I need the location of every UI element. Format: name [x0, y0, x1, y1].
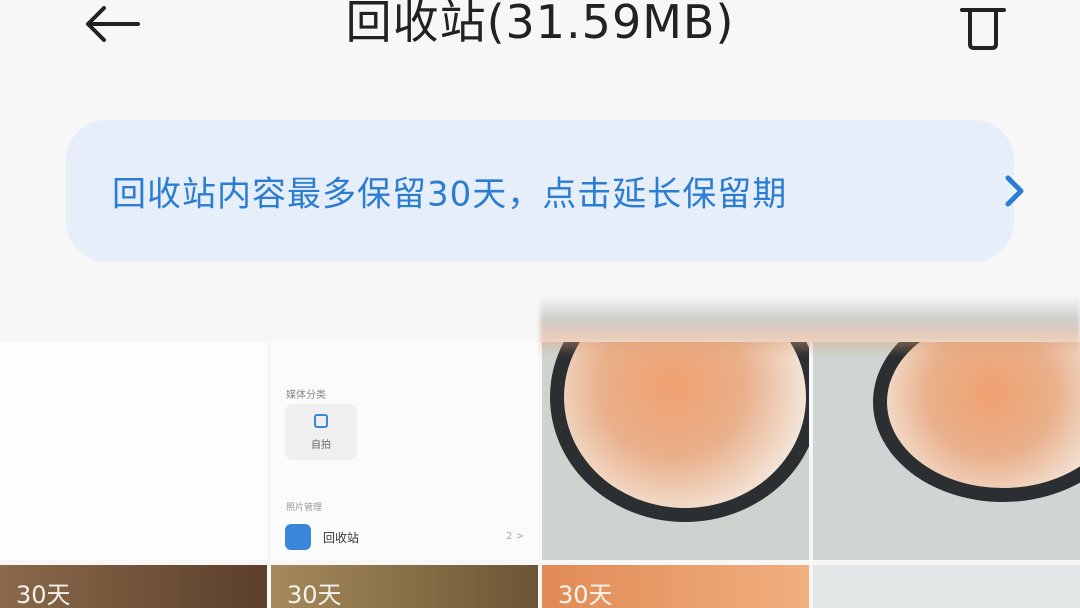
- retention-notice-banner[interactable]: 回收站内容最多保留30天，点击延长保留期: [66, 120, 1024, 262]
- deleted-item-thumbnail[interactable]: 30天: [542, 565, 809, 608]
- food-photo: [873, 342, 1080, 502]
- recycle-bin-icon: [285, 524, 311, 550]
- retention-notice-text: 回收站内容最多保留30天，点击延长保留期: [112, 174, 788, 215]
- thumbnail-category-label: 媒体分类: [286, 390, 326, 401]
- deleted-item-thumbnail[interactable]: [813, 342, 1080, 560]
- deleted-item-thumbnail[interactable]: 30天: [271, 565, 538, 608]
- deleted-item-thumbnail[interactable]: [813, 565, 1080, 608]
- days-remaining-label: 30天: [287, 581, 342, 608]
- deleted-item-thumbnail[interactable]: 30天: [0, 565, 267, 608]
- food-photo: [550, 342, 809, 522]
- page-title: 回收站(31.59MB): [345, 0, 735, 49]
- deleted-item-thumbnail[interactable]: [0, 342, 267, 560]
- deleted-item-thumbnail[interactable]: [542, 342, 809, 560]
- redaction-smudge: [540, 296, 1080, 356]
- thumbnail-section-label: 照片管理: [286, 503, 323, 513]
- chevron-right-icon: [1005, 175, 1024, 207]
- days-remaining-label: 30天: [558, 581, 613, 608]
- thumbnail-bin-count: 2 >: [506, 531, 524, 542]
- empty-trash-button[interactable]: [948, 0, 1018, 54]
- thumbnail-card-label: 自拍: [311, 440, 331, 451]
- thumbnail-card: 自拍: [285, 404, 357, 460]
- days-remaining-label: 30天: [16, 581, 71, 608]
- deleted-item-thumbnail[interactable]: 媒体分类 自拍 照片管理 回收站 2 >: [271, 342, 538, 560]
- selfie-icon: [314, 414, 328, 428]
- trash-icon: [960, 8, 1006, 50]
- thumbnail-bin-label: 回收站: [323, 531, 360, 545]
- top-bar: 回收站(31.59MB): [0, 0, 1080, 80]
